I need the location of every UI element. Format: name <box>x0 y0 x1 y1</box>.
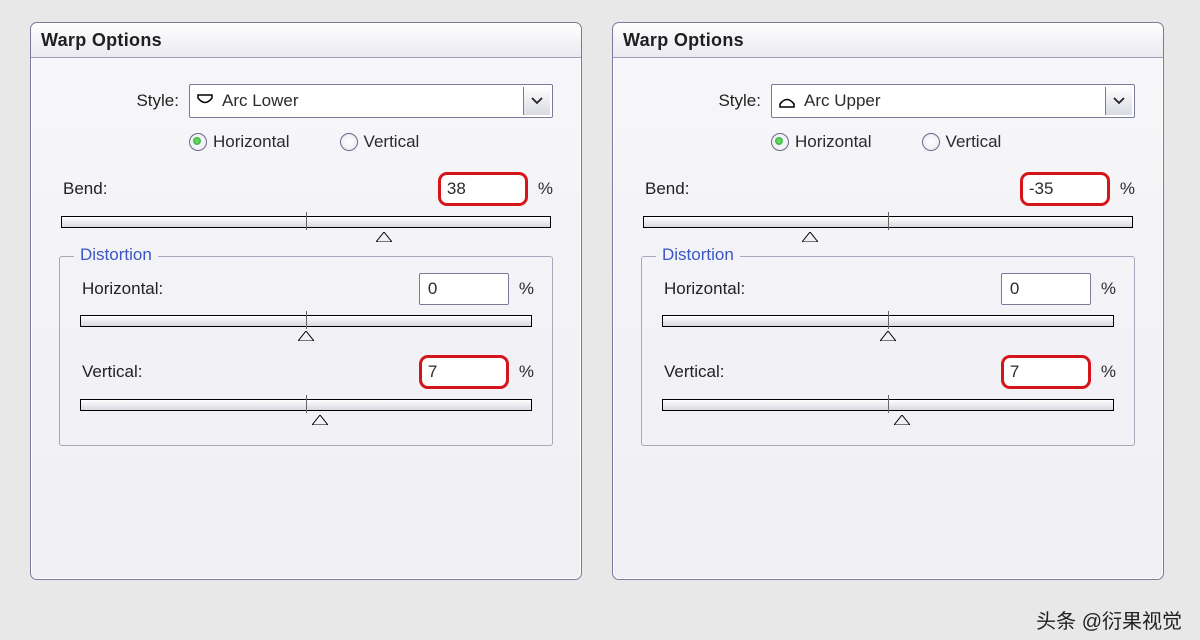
slider-thumb[interactable] <box>880 326 896 336</box>
bend-unit: % <box>538 179 553 199</box>
slider-thumb[interactable] <box>894 410 910 420</box>
distortion-vertical-unit: % <box>519 362 534 382</box>
distortion-horizontal-slider[interactable] <box>80 311 532 335</box>
watermark-text: 头条 @衍果视觉 <box>1036 605 1182 634</box>
bend-slider[interactable] <box>643 212 1133 236</box>
bend-label: Bend: <box>59 179 173 199</box>
radio-icon <box>771 133 789 151</box>
distortion-horizontal-unit: % <box>519 279 534 299</box>
bend-input[interactable]: -35 <box>1020 172 1110 206</box>
distortion-legend: Distortion <box>656 245 740 265</box>
bend-slider[interactable] <box>61 212 551 236</box>
distortion-vertical-input[interactable]: 7 <box>1001 355 1091 389</box>
arc-lower-icon <box>196 92 214 110</box>
radio-icon <box>340 133 358 151</box>
distortion-horizontal-label: Horizontal: <box>660 279 774 299</box>
distortion-legend: Distortion <box>74 245 158 265</box>
distortion-horizontal-input[interactable]: 0 <box>1001 273 1091 305</box>
slider-center-mark <box>888 395 889 413</box>
distortion-vertical-unit: % <box>1101 362 1116 382</box>
chevron-down-icon[interactable] <box>523 87 550 115</box>
radio-label: Horizontal <box>213 132 290 152</box>
style-label: Style: <box>59 91 189 111</box>
slider-thumb[interactable] <box>312 410 328 420</box>
orientation-vertical-radio[interactable]: Vertical <box>340 132 420 152</box>
orientation-horizontal-radio[interactable]: Horizontal <box>189 132 290 152</box>
dialog-title: Warp Options <box>41 30 162 51</box>
orientation-horizontal-radio[interactable]: Horizontal <box>771 132 872 152</box>
bend-unit: % <box>1120 179 1135 199</box>
style-dropdown-value: Arc Upper <box>804 91 1105 111</box>
dialog-titlebar[interactable]: Warp Options <box>613 23 1163 58</box>
warp-options-dialog: Warp Options Style: Arc Lower Horizontal… <box>30 22 582 580</box>
dialog-title: Warp Options <box>623 30 744 51</box>
style-dropdown[interactable]: Arc Lower <box>189 84 553 118</box>
bend-label: Bend: <box>641 179 755 199</box>
slider-thumb[interactable] <box>298 326 314 336</box>
slider-center-mark <box>306 395 307 413</box>
distortion-horizontal-slider[interactable] <box>662 311 1114 335</box>
slider-center-mark <box>306 212 307 230</box>
distortion-vertical-slider[interactable] <box>80 395 532 419</box>
bend-input[interactable]: 38 <box>438 172 528 206</box>
slider-center-mark <box>888 212 889 230</box>
distortion-vertical-slider[interactable] <box>662 395 1114 419</box>
style-dropdown-value: Arc Lower <box>222 91 523 111</box>
radio-icon <box>189 133 207 151</box>
orientation-vertical-radio[interactable]: Vertical <box>922 132 1002 152</box>
slider-thumb[interactable] <box>802 227 818 237</box>
chevron-down-icon[interactable] <box>1105 87 1132 115</box>
radio-label: Vertical <box>946 132 1002 152</box>
distortion-horizontal-input[interactable]: 0 <box>419 273 509 305</box>
warp-options-dialog: Warp Options Style: Arc Upper Horizontal… <box>612 22 1164 580</box>
radio-label: Horizontal <box>795 132 872 152</box>
distortion-group: Distortion Horizontal: 0 % Vertical: 7 % <box>641 256 1135 446</box>
slider-thumb[interactable] <box>376 227 392 237</box>
radio-label: Vertical <box>364 132 420 152</box>
dialog-titlebar[interactable]: Warp Options <box>31 23 581 58</box>
distortion-group: Distortion Horizontal: 0 % Vertical: 7 % <box>59 256 553 446</box>
distortion-vertical-label: Vertical: <box>78 362 192 382</box>
distortion-horizontal-unit: % <box>1101 279 1116 299</box>
distortion-vertical-input[interactable]: 7 <box>419 355 509 389</box>
distortion-vertical-label: Vertical: <box>660 362 774 382</box>
style-dropdown[interactable]: Arc Upper <box>771 84 1135 118</box>
arc-upper-icon <box>778 92 796 110</box>
distortion-horizontal-label: Horizontal: <box>78 279 192 299</box>
radio-icon <box>922 133 940 151</box>
style-label: Style: <box>641 91 771 111</box>
